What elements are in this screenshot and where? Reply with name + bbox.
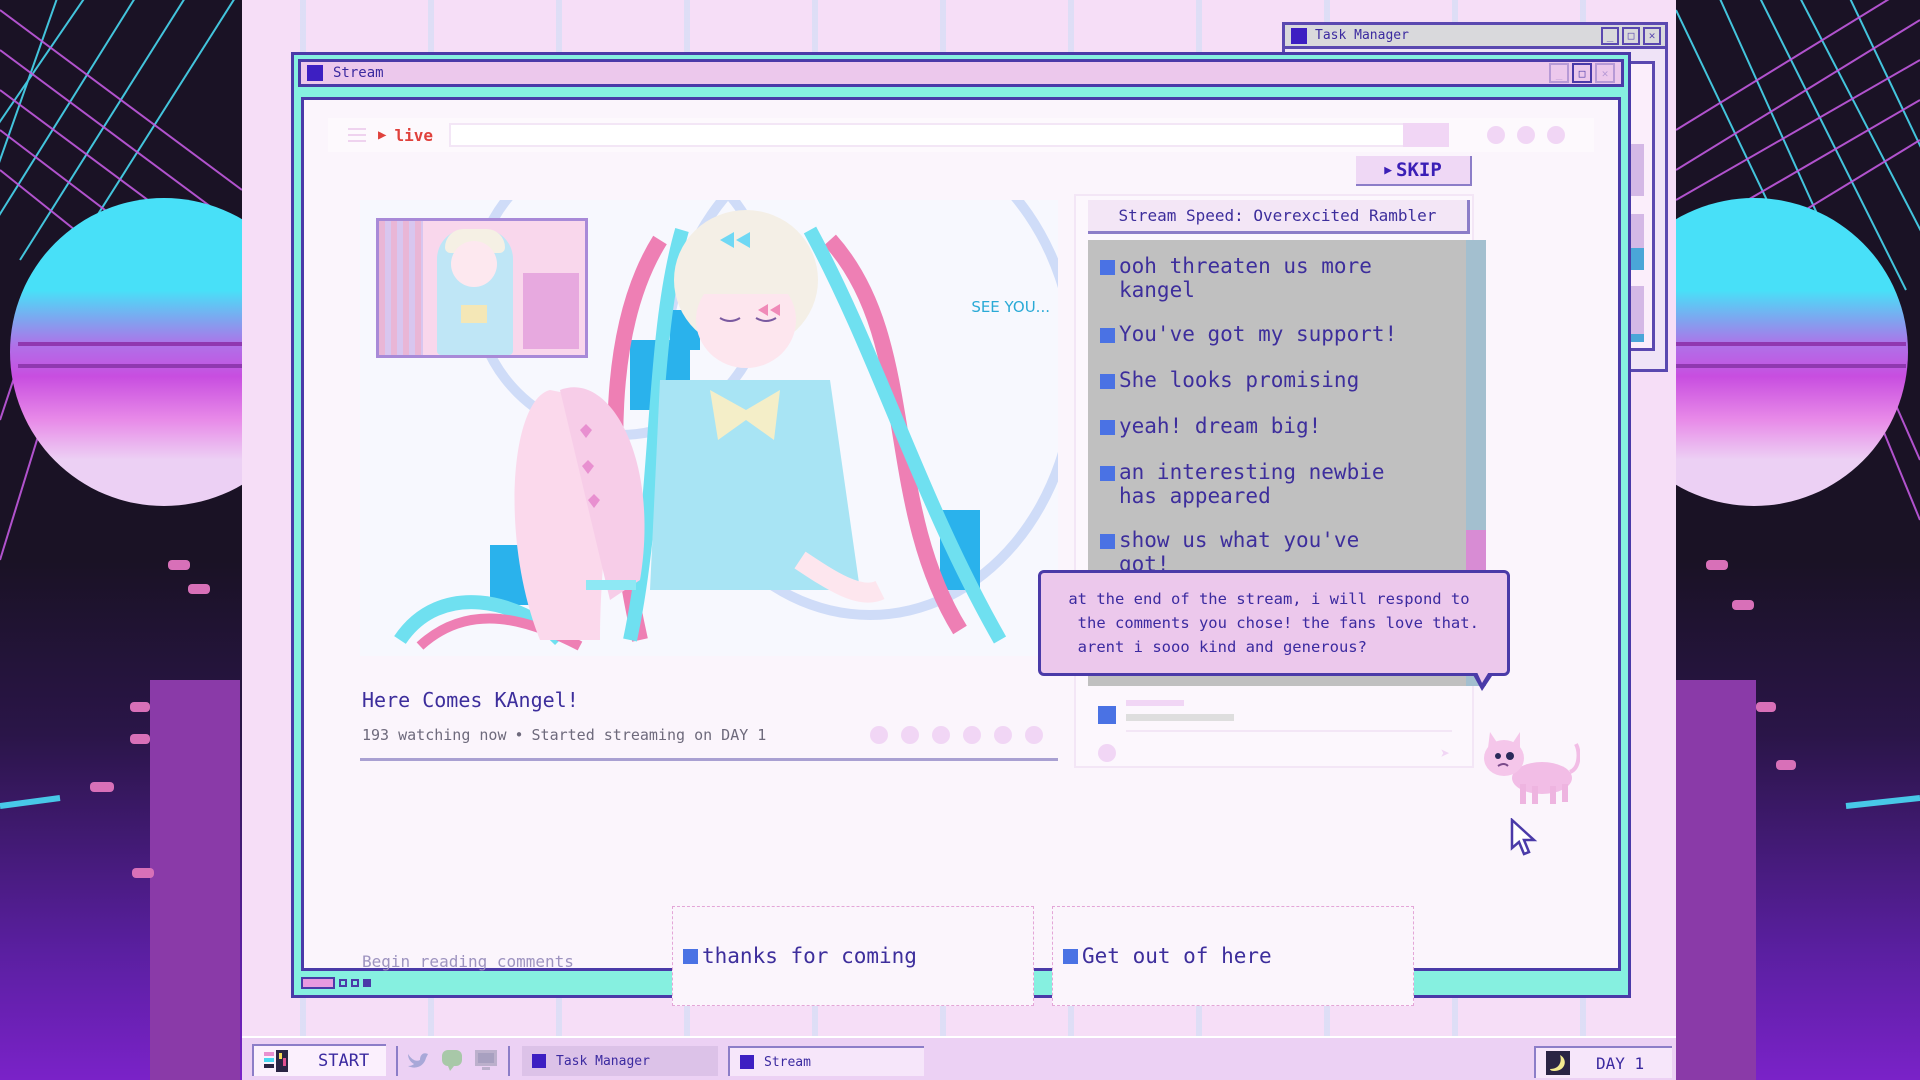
stream-speed-label[interactable]: Stream Speed: Overexcited Rambler [1088,200,1470,234]
comment-bullet-icon [1100,420,1115,435]
divider [360,758,1058,761]
window-dots [1486,126,1565,144]
day-label: DAY 1 [1596,1053,1645,1073]
moon-icon [1546,1051,1570,1075]
taskbar-separator [396,1046,399,1076]
watching-count: 193 watching now [362,726,507,744]
monitor-icon[interactable] [474,1048,498,1072]
choice-bullet-icon [683,948,698,964]
speech-bubble: at the end of the stream, i will respond… [1038,570,1510,676]
comment-item[interactable]: show us what you've got! [1100,528,1359,576]
comment-bullet-icon [1100,260,1115,275]
emoji-icon[interactable] [1098,744,1116,762]
chat-input-area: ➤ [1088,690,1468,768]
maximize-button[interactable]: □ [1572,63,1592,83]
choice-bullet-icon [1063,948,1078,964]
stream-window[interactable]: Stream _ □ ✕ ▶ live SEE YOU... Here Come… [291,52,1631,1006]
comment-text: She looks promising [1119,368,1360,392]
placeholder-line [1126,714,1234,721]
mouse-cursor-icon [1510,818,1538,856]
taskbar-item-label: Stream [764,1054,811,1070]
synthwave-scene-right [1676,0,1920,1080]
taskbar-item-label: Task Manager [556,1053,650,1069]
url-bar[interactable] [448,123,1449,147]
background-art-right [1676,0,1920,1080]
taskbar: START Task Manager Stream DAY 1 [242,1036,1676,1080]
begin-reading-label: Begin reading comments [362,952,574,971]
hamburger-icon[interactable] [348,128,366,142]
live-bar: ▶ live [328,118,1594,152]
comment-item[interactable]: yeah! dream big! [1100,414,1321,438]
chat-icon[interactable] [440,1048,464,1072]
comment-bullet-icon [1100,328,1115,343]
window-icon [307,65,323,81]
taskbar-item-task-manager[interactable]: Task Manager [522,1046,718,1076]
task-manager-titlebar[interactable]: Task Manager _ □ ✕ [1285,25,1665,49]
character-thumbnail [376,218,588,358]
started-day: Started streaming on DAY 1 [531,726,767,744]
comment-text: yeah! dream big! [1119,414,1322,438]
window-icon [532,1054,546,1068]
video-overlay-text: SEE YOU... [971,298,1050,316]
stream-titlebar[interactable]: Stream _ □ ✕ [298,59,1624,87]
close-button[interactable]: ✕ [1595,63,1615,83]
comment-bullet-icon [1100,534,1115,549]
task-manager-title: Task Manager [1315,28,1409,43]
stream-window-title: Stream [333,65,384,81]
cat-mascot-icon [1484,732,1580,804]
comment-bullet-icon [1100,466,1115,481]
user-avatar-icon [1098,706,1116,724]
status-box [339,979,347,987]
stream-meta: 193 watching now • Started streaming on … [362,726,766,744]
placeholder-line [1126,700,1184,706]
synthwave-scene-left [0,0,242,1080]
divider [1126,730,1452,732]
speech-bubble-tail [1472,670,1494,691]
status-box [351,979,359,987]
choice-button-get-out[interactable]: Get out of here [1052,906,1414,1006]
comment-text: You've got my support! [1119,322,1398,346]
choice-button-thanks[interactable]: thanks for coming [672,906,1034,1006]
status-box [363,979,371,987]
stream-body: ▶ live SEE YOU... Here Comes KAngel! 193… [301,97,1621,1006]
window-icon [1291,27,1307,44]
close-button[interactable]: ✕ [1643,26,1661,45]
comment-item[interactable]: ooh threaten us more kangel [1100,254,1372,302]
choice-label: Get out of here [1082,944,1272,968]
comment-text: an interesting newbie has appeared [1119,460,1385,508]
stream-title: Here Comes KAngel! [362,688,579,712]
comment-text: show us what you've got! [1119,528,1360,576]
minimize-button[interactable]: _ [1601,26,1619,45]
stream-video: SEE YOU... [360,200,1058,656]
maximize-button[interactable]: □ [1622,26,1640,45]
start-label: START [318,1051,370,1071]
choice-label: thanks for coming [702,944,917,968]
send-icon[interactable]: ➤ [1440,744,1450,763]
comment-item[interactable]: an interesting newbie has appeared [1100,460,1385,508]
start-button[interactable]: START [252,1044,386,1076]
taskbar-separator [508,1046,511,1076]
background-art-left [0,0,242,1080]
comment-bullet-icon [1100,374,1115,389]
taskbar-item-stream[interactable]: Stream [728,1046,924,1076]
skip-label: SKIP [1396,159,1442,181]
status-indicator [301,977,335,989]
skip-button[interactable]: ▶ SKIP [1356,156,1472,186]
minimize-button[interactable]: _ [1549,63,1569,83]
stream-statusbar [301,975,1621,991]
meta-dots [870,726,1043,744]
twitter-icon[interactable] [406,1048,430,1072]
window-icon [740,1055,754,1069]
comment-item[interactable]: She looks promising [1100,368,1359,392]
comment-text: ooh threaten us more kangel [1119,254,1372,302]
meta-separator: • [514,726,524,744]
comment-item[interactable]: You've got my support! [1100,322,1397,346]
play-icon: ▶ [1384,162,1393,178]
play-icon: ▶ [378,127,387,143]
day-indicator: DAY 1 [1534,1046,1672,1078]
scrollbar-thumb[interactable] [1466,530,1486,570]
live-label: live [394,125,433,145]
start-logo-icon [264,1050,288,1072]
